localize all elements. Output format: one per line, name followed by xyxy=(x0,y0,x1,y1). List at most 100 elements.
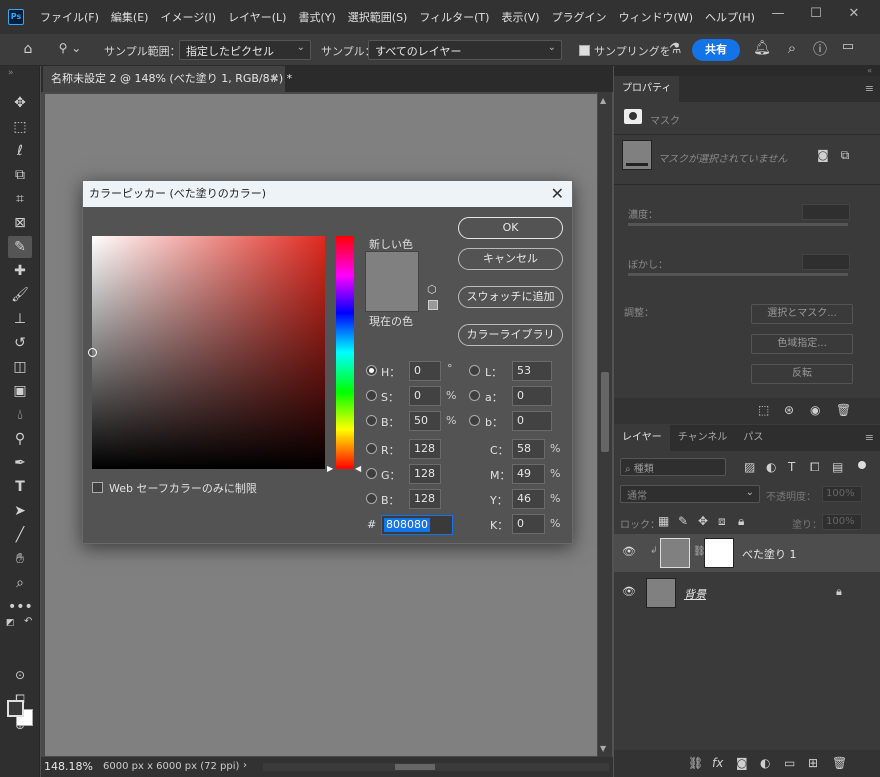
filter-type-icon[interactable]: T xyxy=(788,460,795,474)
bell-icon[interactable]: 🔔︎ xyxy=(752,40,772,56)
collapse-icon[interactable]: » xyxy=(8,68,14,78)
menu-image[interactable]: イメージ(I) xyxy=(154,9,222,25)
saturation-radio[interactable] xyxy=(366,390,377,401)
lab-a-radio[interactable] xyxy=(469,390,480,401)
share-button[interactable]: 共有 xyxy=(692,39,740,61)
fx-icon[interactable]: fx xyxy=(712,756,723,770)
stamp-tool-icon[interactable]: ⊥ xyxy=(8,308,32,330)
select-and-mask-button[interactable]: 選択とマスク... xyxy=(751,304,853,324)
ok-button[interactable]: OK xyxy=(458,217,563,239)
workspace-icon[interactable]: ▭ xyxy=(838,39,858,54)
scroll-up-icon[interactable]: ▲ xyxy=(600,96,606,105)
vector-mask-icon[interactable]: ⧉ xyxy=(838,148,852,163)
red-input[interactable]: 128 xyxy=(409,439,441,459)
hue-input[interactable]: 0 xyxy=(409,361,441,381)
dodge-tool-icon[interactable]: ⚲ xyxy=(8,428,32,450)
hue-radio[interactable] xyxy=(366,365,377,376)
tab-paths[interactable]: パス xyxy=(735,425,771,451)
history-brush-icon[interactable]: ↺ xyxy=(8,332,32,354)
feather-input[interactable] xyxy=(802,254,850,270)
density-slider[interactable] xyxy=(628,223,848,226)
link-layers-icon[interactable]: ⛓ xyxy=(688,756,703,770)
vertical-scrollbar[interactable]: ▲ ▼ xyxy=(598,92,612,757)
lab-b-input[interactable]: 0 xyxy=(512,411,552,431)
opacity-value[interactable]: 100% xyxy=(822,486,862,502)
invert-button[interactable]: 反転 xyxy=(751,364,853,384)
layer-name[interactable]: 背景 xyxy=(684,586,706,602)
blend-mode-select[interactable]: 通常 ⌄ xyxy=(620,485,760,503)
move-tool-icon[interactable]: ✥ xyxy=(8,92,32,114)
saturation-brightness-field[interactable] xyxy=(88,236,325,469)
layer-row[interactable]: 👁︎ 背景 🔒︎ xyxy=(614,574,880,612)
feather-slider[interactable] xyxy=(628,273,848,276)
filter-toggle-icon[interactable] xyxy=(858,461,866,469)
quick-mask-icon[interactable]: ⊙ xyxy=(8,664,32,686)
foreground-color-swatch[interactable] xyxy=(7,700,24,717)
menu-type[interactable]: 書式(Y) xyxy=(292,9,341,25)
gradient-tool-icon[interactable]: ▣ xyxy=(8,380,32,402)
background-layer-thumbnail[interactable] xyxy=(646,578,676,608)
zoom-level[interactable]: 148.18% xyxy=(44,760,93,773)
lock-all-icon[interactable]: 🔒︎ xyxy=(738,514,744,529)
layer-name[interactable]: べた塗り 1 xyxy=(742,546,797,562)
web-safe-checkbox[interactable] xyxy=(92,482,103,493)
brush-tool-icon[interactable]: 🖌︎ xyxy=(8,284,32,306)
layer-filter-select[interactable]: ⌕ 種類 xyxy=(620,458,726,476)
pixel-mask-icon[interactable]: ◙ xyxy=(816,148,830,162)
close-icon[interactable]: ✕ xyxy=(836,0,872,28)
swap-colors-icon[interactable]: ↶ xyxy=(24,616,32,627)
blue-radio[interactable] xyxy=(366,493,377,504)
close-tab-icon[interactable]: ✕ xyxy=(270,66,279,92)
saturation-input[interactable]: 0 xyxy=(409,386,441,406)
trash-icon[interactable]: 🗑︎ xyxy=(832,756,847,770)
status-menu-icon[interactable]: › xyxy=(243,760,247,771)
eye-icon[interactable]: 👁︎ xyxy=(622,545,636,558)
load-selection-icon[interactable]: ⬚ xyxy=(758,403,769,417)
hue-slider-right-arrow[interactable]: ◀ xyxy=(355,464,361,473)
menu-select[interactable]: 選択範囲(S) xyxy=(342,9,414,25)
hue-slider-left-arrow[interactable]: ▶ xyxy=(327,464,333,473)
filter-adjust-icon[interactable]: ◐ xyxy=(766,460,776,474)
cyan-input[interactable]: 58 xyxy=(512,439,545,459)
sample-size-select[interactable]: 指定したピクセル ⌄ xyxy=(179,40,311,60)
search-icon[interactable]: ⌕ xyxy=(782,39,802,57)
brightness-radio[interactable] xyxy=(366,415,377,426)
red-radio[interactable] xyxy=(366,443,377,454)
horizontal-scrollbar-thumb[interactable] xyxy=(395,764,435,770)
menu-help[interactable]: ヘルプ(H) xyxy=(699,9,761,25)
color-range-button[interactable]: 色域指定... xyxy=(751,334,853,354)
panel-collapse-icon[interactable]: « xyxy=(614,66,880,76)
lab-a-input[interactable]: 0 xyxy=(512,386,552,406)
lock-pixels-icon[interactable]: ✎ xyxy=(678,514,688,528)
density-input[interactable] xyxy=(802,204,850,220)
default-colors-icon[interactable]: ◩ xyxy=(6,618,15,628)
brightness-input[interactable]: 50 xyxy=(409,411,441,431)
eye-icon[interactable]: 👁︎ xyxy=(622,585,636,598)
filter-shape-icon[interactable]: ⧠ xyxy=(810,460,820,475)
green-input[interactable]: 128 xyxy=(409,464,441,484)
object-select-icon[interactable]: ⧉ xyxy=(8,164,32,186)
horizontal-scrollbar[interactable] xyxy=(263,763,609,771)
lab-b-radio[interactable] xyxy=(469,415,480,426)
lab-l-radio[interactable] xyxy=(469,365,480,376)
add-mask-icon[interactable]: ◙ xyxy=(736,756,748,770)
hex-input[interactable]: 808080 xyxy=(381,515,453,535)
menu-layer[interactable]: レイヤー(L) xyxy=(222,9,292,25)
lasso-tool-icon[interactable]: ℓ xyxy=(8,140,32,162)
hue-slider[interactable] xyxy=(336,236,354,469)
marquee-tool-icon[interactable]: ⬚ xyxy=(8,116,32,138)
green-radio[interactable] xyxy=(366,468,377,479)
black-input[interactable]: 0 xyxy=(512,514,545,534)
add-to-swatches-button[interactable]: スウォッチに追加 xyxy=(458,286,563,308)
menu-filter[interactable]: フィルター(T) xyxy=(413,9,495,25)
line-tool-icon[interactable]: ╱ xyxy=(8,524,32,546)
scrollbar-thumb[interactable] xyxy=(601,372,609,452)
menu-window[interactable]: ウィンドウ(W) xyxy=(613,9,699,25)
flask-icon[interactable]: ⚗ xyxy=(666,41,684,57)
lab-l-input[interactable]: 53 xyxy=(512,361,552,381)
fill-layer-thumbnail[interactable] xyxy=(660,538,690,568)
sampling-ring-checkbox[interactable] xyxy=(579,45,590,56)
layer-row[interactable]: 👁︎ ↲ ⛓ べた塗り 1 xyxy=(614,534,880,572)
document-tab[interactable]: 名称未設定 2 @ 148% (べた塗り 1, RGB/8#) * ✕ xyxy=(43,66,292,92)
fill-value[interactable]: 100% xyxy=(822,514,862,530)
